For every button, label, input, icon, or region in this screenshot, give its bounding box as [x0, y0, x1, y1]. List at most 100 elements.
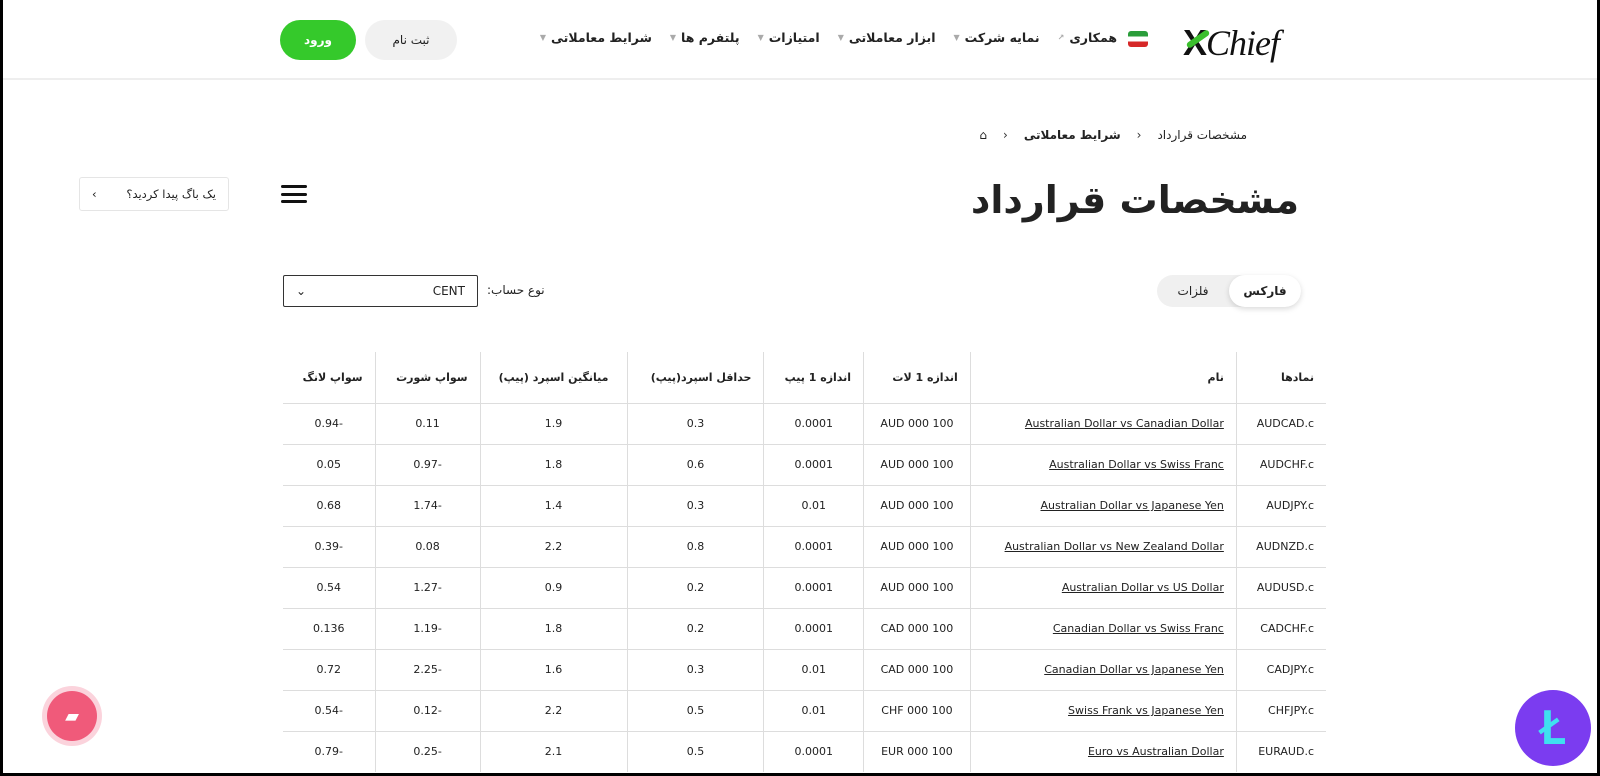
- instrument-link[interactable]: Australian Dollar vs New Zealand Dollar: [1005, 540, 1224, 553]
- chevron-icon: ‹: [1003, 128, 1008, 142]
- table-cell: 0.3: [626, 402, 764, 444]
- table-cell: CADCHF.c: [1235, 607, 1326, 649]
- table-row: AUDCAD.c Australian Dollar vs Canadian Do…: [283, 402, 1326, 444]
- table-cell: CADJPY.c: [1235, 648, 1326, 690]
- chevron-down-icon: ▼: [757, 33, 764, 42]
- chevron-down-icon: ⌄: [296, 284, 307, 298]
- chevron-down-icon: ▼: [953, 33, 960, 42]
- instrument-link[interactable]: Australian Dollar vs Canadian Dollar: [1025, 417, 1224, 430]
- bug-report-button[interactable]: یک باگ پیدا کردید؟ ›: [79, 177, 229, 211]
- chat-button[interactable]: ▰: [47, 691, 97, 741]
- table-cell: 0.2: [626, 566, 764, 608]
- table-cell: AUDJPY.c: [1235, 484, 1326, 526]
- nav-item[interactable]: نمایه شرکت ▼: [954, 30, 1040, 45]
- table-cell: 100 000 AUD: [863, 484, 971, 526]
- table-cell: -0.94: [283, 402, 376, 444]
- register-button[interactable]: ثبت نام: [365, 20, 457, 60]
- chat-icon: ▰: [65, 705, 79, 727]
- table-cell: 0.6: [626, 443, 764, 485]
- table-cell: 100 000 AUD: [863, 525, 971, 567]
- table-cell: AUDUSD.c: [1235, 566, 1326, 608]
- tab-forex[interactable]: فارکس: [1229, 275, 1301, 307]
- column-header: حداقل اسپرد(پیپ): [626, 352, 764, 403]
- chevron-down-icon: ▼: [539, 33, 547, 42]
- table-cell: 100 000 CAD: [863, 648, 971, 690]
- table-cell: -0.39: [283, 525, 376, 567]
- table-cell: 0.54: [283, 566, 376, 608]
- contract-specs-table: نمادها نام اندازه 1 لات اندازه 1 پیپ حداقل ا…: [283, 352, 1326, 772]
- table-row: CHFJPY.c Swiss Frank vs Japanese Yen 100 0…: [283, 689, 1326, 731]
- table-cell: AUDCAD.c: [1235, 402, 1326, 444]
- menu-icon[interactable]: [281, 185, 307, 203]
- table-cell: 100 000 CAD: [863, 607, 971, 649]
- nav-label: همکاری: [1069, 30, 1117, 45]
- table-row: CADCHF.c Canadian Dollar vs Swiss Franc 10…: [283, 607, 1326, 649]
- column-header: سواپ شورت: [374, 352, 481, 403]
- instrument-link[interactable]: Australian Dollar vs Japanese Yen: [1040, 499, 1223, 512]
- name-cell: Australian Dollar vs Canadian Dollar: [969, 402, 1237, 444]
- table-cell: 1.6: [479, 648, 627, 690]
- instrument-link[interactable]: Canadian Dollar vs Swiss Franc: [1053, 622, 1224, 635]
- name-cell: Australian Dollar vs Japanese Yen: [969, 484, 1237, 526]
- watermark-logo: Ł: [1515, 690, 1591, 766]
- instrument-link[interactable]: Australian Dollar vs US Dollar: [1062, 581, 1224, 594]
- instrument-link[interactable]: Euro vs Australian Dollar: [1088, 745, 1224, 758]
- table-cell: 2.2: [479, 689, 627, 731]
- breadcrumb-item[interactable]: شرایط معاملاتی: [1024, 128, 1121, 142]
- table-cell: 0.136: [283, 607, 376, 649]
- table-cell: -1.27: [374, 566, 481, 608]
- nav-item[interactable]: ابزار معاملاتی ▼: [838, 30, 936, 45]
- bug-report-label: یک باگ پیدا کردید؟: [126, 187, 216, 201]
- table-cell: 1.8: [479, 607, 627, 649]
- table-cell: 0.08: [374, 525, 481, 567]
- table-cell: -0.54: [283, 689, 376, 731]
- table-cell: 0.3: [626, 648, 764, 690]
- tab-metals[interactable]: فلزات: [1157, 275, 1229, 307]
- instrument-link[interactable]: Australian Dollar vs Swiss Franc: [1049, 458, 1224, 471]
- table-cell: 0.72: [283, 648, 376, 690]
- table-cell: 0.2: [626, 607, 764, 649]
- account-type-select[interactable]: ⌄ CENT: [283, 275, 478, 307]
- home-icon[interactable]: ⌂: [979, 128, 987, 142]
- name-cell: Canadian Dollar vs Swiss Franc: [969, 607, 1237, 649]
- table-cell: -1.19: [374, 607, 481, 649]
- name-cell: Australian Dollar vs US Dollar: [969, 566, 1237, 608]
- login-button[interactable]: ورود: [280, 20, 356, 60]
- table-cell: 0.05: [283, 443, 376, 485]
- table-cell: 2.2: [479, 525, 627, 567]
- column-header: میانگین اسپرد (پیپ): [479, 352, 627, 403]
- table-cell: 0.3: [626, 484, 764, 526]
- instrument-link[interactable]: Swiss Frank vs Japanese Yen: [1068, 704, 1224, 717]
- name-cell: Euro vs Australian Dollar: [969, 730, 1237, 772]
- table-cell: 0.5: [626, 730, 764, 772]
- nav-label: امتیازات: [768, 30, 820, 45]
- column-header: اندازه 1 پیپ: [763, 352, 864, 403]
- chevron-icon: ›: [92, 187, 97, 201]
- table-cell: 0.01: [763, 648, 864, 690]
- nav-label: پلتفرم ها: [681, 30, 740, 45]
- table-cell: 0.0001: [763, 402, 864, 444]
- table-cell: 100 000 CHF: [863, 689, 971, 731]
- nav-label: نمایه شرکت: [964, 30, 1040, 45]
- column-header: اندازه 1 لات: [863, 352, 971, 403]
- table-cell: 1.4: [479, 484, 627, 526]
- table-row: AUDNZD.c Australian Dollar vs New Zealand…: [283, 525, 1326, 567]
- table-cell: 100 000 AUD: [863, 566, 971, 608]
- instrument-tabs: فارکس فلزات: [1157, 275, 1301, 307]
- nav-item[interactable]: شرایط معاملاتی ▼: [540, 30, 652, 45]
- instrument-link[interactable]: Canadian Dollar vs Japanese Yen: [1044, 663, 1224, 676]
- table-cell: 2.1: [479, 730, 627, 772]
- nav-item[interactable]: امتیازات ▼: [758, 30, 820, 45]
- account-type-label: نوع حساب:: [487, 283, 545, 297]
- name-cell: Australian Dollar vs Swiss Franc: [969, 443, 1237, 485]
- name-cell: Australian Dollar vs New Zealand Dollar: [969, 525, 1237, 567]
- table-row: AUDJPY.c Australian Dollar vs Japanese Ye…: [283, 484, 1326, 526]
- table-cell: 0.9: [479, 566, 627, 608]
- table-cell: 0.01: [763, 484, 864, 526]
- nav-item[interactable]: همکاری ↗: [1058, 30, 1117, 45]
- breadcrumb-current: مشخصات قرارداد: [1157, 128, 1247, 142]
- xchief-logo[interactable]: XChief: [1183, 22, 1280, 64]
- table-cell: 0.0001: [763, 607, 864, 649]
- iran-flag-icon[interactable]: [1128, 31, 1148, 47]
- nav-item[interactable]: پلتفرم ها ▼: [670, 30, 740, 45]
